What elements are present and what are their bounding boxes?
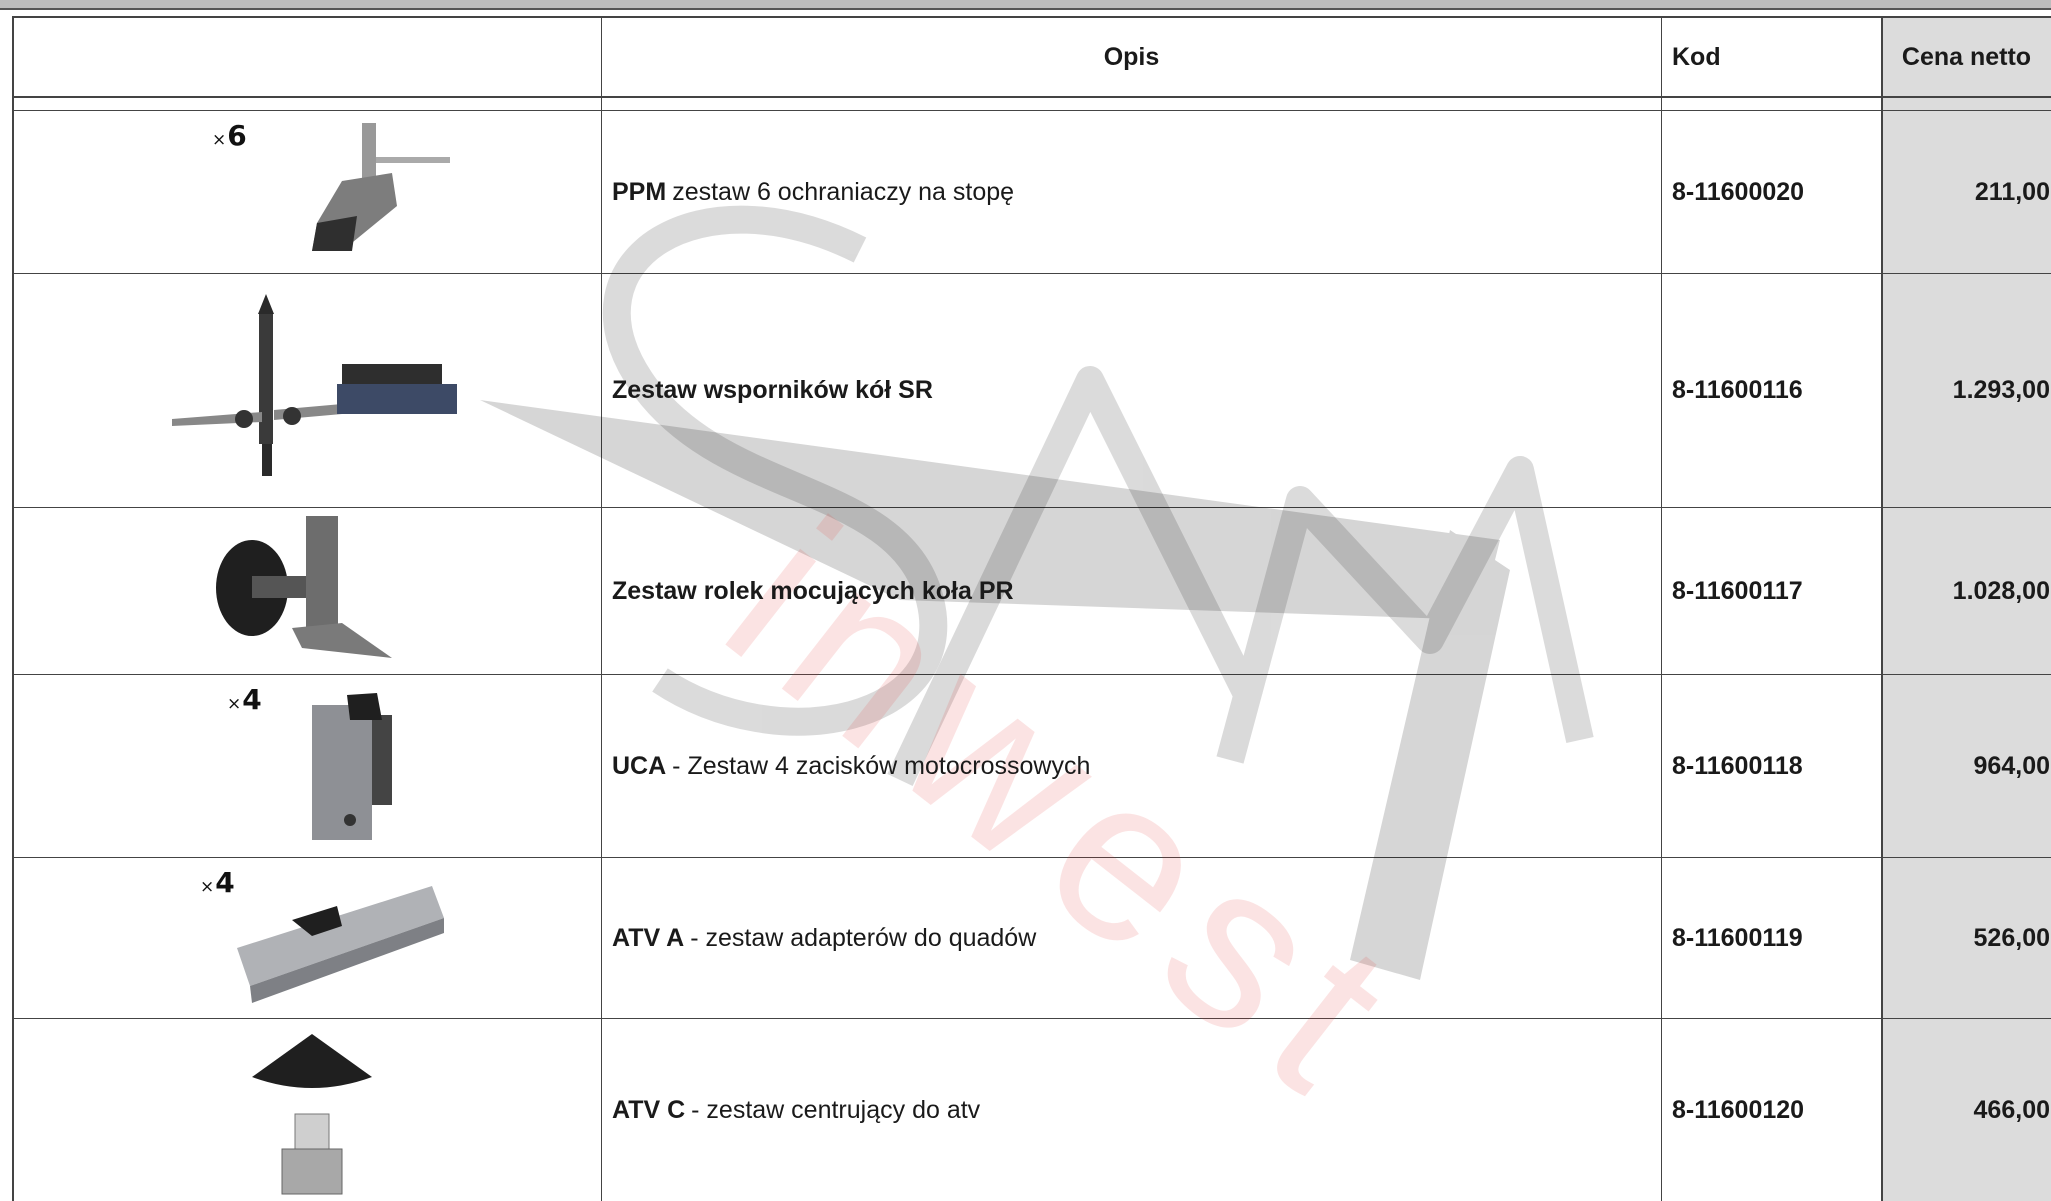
code-cell: 8-11600116 [1672,376,1803,404]
description-cell: Zestaw wsporników kół SR [612,274,939,507]
centering-cone-icon [252,1034,372,1195]
table-row: ×4 ATV A- zestaw adapterów do quadów 8-1… [12,858,2051,1018]
roller-icon [216,516,392,658]
header-cena-label: Cena netto [1901,42,2032,71]
description-text: zestaw 6 ochraniaczy na stopę [672,177,1015,206]
header-cena: Cena netto [1882,18,2051,96]
price-cell: 466,00 [1973,1095,2050,1124]
description-cell: PPM zestaw 6 ochraniaczy na stopę [612,111,1014,273]
table-row: ×6 PPM zestaw 6 ochraniaczy na stopę 8-11… [12,111,2051,273]
price-cell: 1.293,00 [1952,376,2050,404]
product-image-cell [12,508,602,674]
table-row: Zestaw rolek mocujących koła PR 8-116001… [12,508,2051,674]
header-kod-label: Kod [1672,42,1721,71]
description-bold: UCA [612,751,667,780]
description-bold: PPM [612,177,667,206]
header-opis: Opis [602,18,1661,96]
price-cell: 211,00 [1974,177,2050,206]
code-cell: 8-11600118 [1672,751,1803,780]
wheel-support-icon [172,294,457,476]
price-cell: 1.028,00 [1952,576,2050,605]
price-cell: 526,00 [1973,923,2050,952]
product-image-cell [12,1019,602,1201]
description-bold: Zestaw rolek mocujących koła PR [612,576,1014,605]
top-bar [0,0,2051,10]
header-bottom-border [12,96,2051,98]
code-cell: 8-11600117 [1672,576,1803,605]
table-row: Zestaw wsporników kół SR 8-11600116 1.29… [12,274,2051,507]
header-kod: Kod [1672,18,1721,96]
product-image-cell: ×4 [12,675,602,857]
table-row: ×4 UCA - Zestaw 4 zacisków motocrossowych… [12,675,2051,857]
code-cell: 8-11600119 [1672,923,1803,952]
product-image-cell: ×4 [12,858,602,1018]
description-text: - Zestaw 4 zacisków motocrossowych [672,751,1091,780]
product-image-cell [12,274,602,507]
description-cell: Zestaw rolek mocujących koła PR [612,508,1020,674]
description-text: - zestaw adapterów do quadów [690,923,1037,952]
description-cell: ATV C- zestaw centrujący do atv [612,1019,980,1201]
table-row: ATV C- zestaw centrujący do atv 8-116001… [12,1019,2051,1201]
code-cell: 8-11600120 [1672,1095,1805,1124]
adapter-icon [237,886,444,1003]
clamp-icon [312,693,392,840]
description-bold: Zestaw wsporników kół SR [612,376,933,404]
code-cell: 8-11600020 [1672,177,1805,206]
description-text: - zestaw centrujący do atv [691,1095,981,1124]
description-cell: UCA - Zestaw 4 zacisków motocrossowych [612,675,1090,857]
foot-protector-icon [312,123,450,251]
product-image-cell: ×6 [12,111,602,273]
header-opis-label: Opis [1103,42,1160,71]
description-bold: ATV A [612,923,685,952]
price-cell: 964,00 [1973,751,2050,780]
description-cell: ATV A- zestaw adapterów do quadów [612,858,1036,1018]
description-bold: ATV C [612,1095,686,1124]
